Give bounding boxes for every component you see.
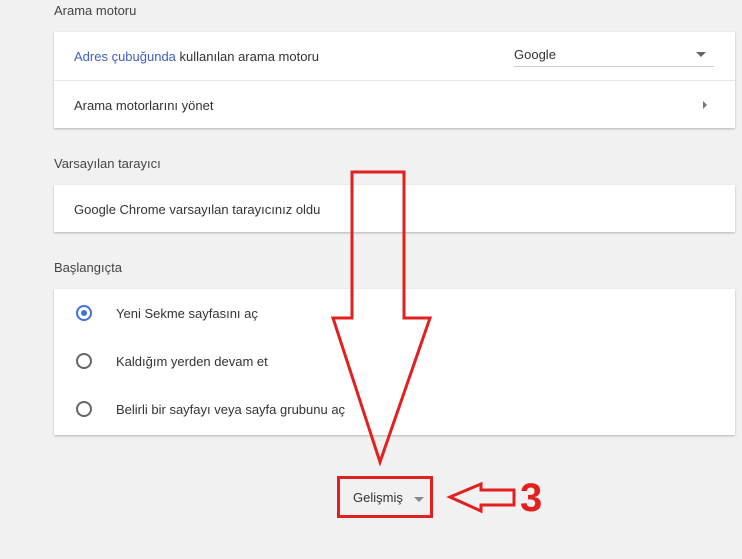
big-down-arrow-icon — [330, 170, 433, 467]
step-number: 3 — [520, 476, 543, 520]
advanced-button[interactable]: Gelişmiş — [337, 476, 433, 518]
chevron-down-icon — [414, 497, 424, 502]
left-arrow-icon — [446, 481, 516, 514]
advanced-label: Gelişmiş — [353, 489, 403, 505]
